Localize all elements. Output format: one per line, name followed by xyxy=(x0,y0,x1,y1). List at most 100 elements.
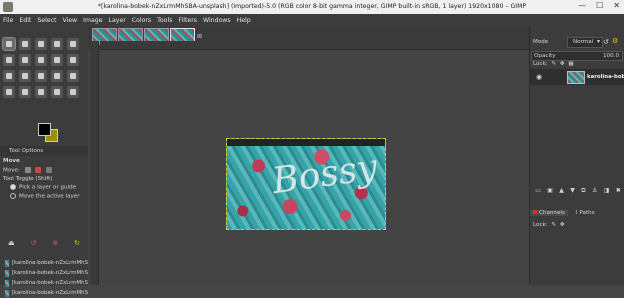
duplicate-layer-icon[interactable]: ⧉ xyxy=(581,187,585,195)
opacity-value: 100.0 xyxy=(602,53,619,59)
tab-paths[interactable]: ⌇ Paths xyxy=(572,210,598,216)
doc-thumbnail xyxy=(5,269,9,277)
mode-reset-icon[interactable]: ↺ xyxy=(603,38,609,46)
list-item[interactable]: [karolina-bobek-nZxLrmMhS xyxy=(5,278,88,288)
measure-tool-icon[interactable] xyxy=(35,86,47,98)
menu-filters[interactable]: Filters xyxy=(175,17,200,24)
doc-thumbnail xyxy=(5,289,9,297)
anchor-layer-icon[interactable]: ⚓ xyxy=(592,187,597,195)
paintbrush-tool-icon[interactable] xyxy=(51,70,63,82)
mode-value: Normal xyxy=(573,39,594,45)
option-pick-layer[interactable]: Pick a layer or guide xyxy=(10,184,76,191)
rotate-tool-icon[interactable] xyxy=(19,54,31,66)
title-bar: *[karolina-bobek-nZxLrmMhSBA-unsplash] (… xyxy=(0,0,624,14)
delete-layer-icon[interactable]: ✖ xyxy=(616,187,621,195)
tool-options-buttons: ⏏ ↺ ⊗ ↻ xyxy=(0,238,88,248)
doc-thumbnail xyxy=(5,279,9,287)
lock-row: Lock: ✎ ✥ ▦ xyxy=(533,61,574,67)
flip-tool-icon[interactable] xyxy=(35,54,47,66)
menu-bar: File Edit Select View Image Layer Colors… xyxy=(0,14,624,26)
menu-tools[interactable]: Tools xyxy=(154,17,175,24)
option-move-active[interactable]: Move the active layer xyxy=(10,193,80,200)
zoom-tool-icon[interactable] xyxy=(51,86,63,98)
lock-alpha-icon[interactable]: ▦ xyxy=(568,61,573,67)
lower-layer-icon[interactable]: ▼ xyxy=(570,187,575,195)
menu-colors[interactable]: Colors xyxy=(129,17,154,24)
mode-select[interactable]: Normal ▾ xyxy=(567,37,603,48)
close-icon[interactable]: ⊠ xyxy=(197,33,202,40)
channels-icon xyxy=(533,210,537,214)
move-tool-icon[interactable] xyxy=(2,37,16,51)
close-button[interactable]: ✕ xyxy=(613,1,620,10)
reset-options-icon[interactable]: ↻ xyxy=(74,239,80,247)
warp-tool-icon[interactable] xyxy=(3,70,15,82)
mask-layer-icon[interactable]: ◨ xyxy=(604,187,610,195)
move-layer-icon[interactable] xyxy=(24,167,31,173)
chevron-down-icon: ▾ xyxy=(596,38,600,45)
list-item[interactable]: [karolina-bobek-nZxLrmMhS xyxy=(5,268,88,278)
radio-off-icon xyxy=(10,193,16,199)
tool-options-header: Tool Options xyxy=(0,146,88,156)
menu-select[interactable]: Select xyxy=(34,17,59,24)
window-controls: — ☐ ✕ xyxy=(578,1,620,10)
fg-bg-color-swatches[interactable] xyxy=(38,123,58,143)
opacity-slider[interactable]: Opacity 100.0 xyxy=(531,51,623,61)
menu-edit[interactable]: Edit xyxy=(16,17,34,24)
opacity-label: Opacity xyxy=(534,53,556,59)
lasso-tool-icon[interactable] xyxy=(35,38,47,50)
menu-view[interactable]: View xyxy=(59,17,80,24)
save-options-icon[interactable]: ⏏ xyxy=(8,239,15,247)
vertical-ruler xyxy=(90,41,99,285)
lock-position-icon[interactable]: ✥ xyxy=(560,61,565,67)
foreground-color-swatch[interactable] xyxy=(38,123,51,136)
clone-tool-icon[interactable] xyxy=(67,70,79,82)
tool-options-title: Tool Options xyxy=(9,148,44,154)
eraser-tool-icon[interactable] xyxy=(67,54,79,66)
maximize-button[interactable]: ☐ xyxy=(596,1,603,10)
ellipse-select-tool-icon[interactable] xyxy=(19,38,31,50)
document-history-list: [karolina-bobek-nZxLrmMhS [karolina-bobe… xyxy=(0,258,88,298)
fuzzy-select-tool-icon[interactable] xyxy=(51,38,63,50)
color-picker-tool-icon[interactable] xyxy=(67,38,79,50)
radio-on-icon xyxy=(10,184,16,190)
list-item[interactable]: [karolina-bobek-nZxLrmMhS xyxy=(5,288,88,298)
new-group-icon[interactable]: ▣ xyxy=(547,187,553,195)
move-selection-icon[interactable] xyxy=(35,167,42,173)
lock-pixels-icon[interactable]: ✎ xyxy=(551,222,556,228)
tab-channels[interactable]: Channels xyxy=(530,210,568,216)
layer-row[interactable]: ◉ karolina-bobek xyxy=(530,69,624,85)
image-lettering: Bossy xyxy=(269,146,380,203)
new-layer-icon[interactable]: ▭ xyxy=(535,187,541,195)
menu-layer[interactable]: Layer xyxy=(106,17,129,24)
lock-pixels-icon[interactable]: ✎ xyxy=(551,61,556,67)
doc-thumbnail xyxy=(5,259,9,267)
bucket-fill-tool-icon[interactable] xyxy=(35,70,47,82)
tool-toggle-label: Tool Toggle (Shift) xyxy=(3,176,53,182)
smudge-tool-icon[interactable] xyxy=(3,86,15,98)
list-item[interactable]: [karolina-bobek-nZxLrmMhS xyxy=(5,258,88,268)
menu-image[interactable]: Image xyxy=(80,17,105,24)
paths-tool-icon[interactable] xyxy=(19,86,31,98)
image-canvas[interactable]: Bossy xyxy=(226,138,386,230)
layer-name: karolina-bobek xyxy=(587,74,624,80)
delete-options-icon[interactable]: ⊗ xyxy=(52,239,58,247)
mode-switch-icon[interactable]: ⚙ xyxy=(612,37,618,45)
dodge-tool-icon[interactable] xyxy=(67,86,79,98)
move-mode-label: Move: xyxy=(3,167,20,174)
restore-options-icon[interactable]: ↺ xyxy=(31,239,37,247)
text-tool-icon[interactable] xyxy=(19,70,31,82)
eye-icon[interactable]: ◉ xyxy=(536,73,542,81)
menu-windows[interactable]: Windows xyxy=(200,17,234,24)
tool-grid xyxy=(2,37,87,101)
crop-tool-icon[interactable] xyxy=(3,54,15,66)
lock-position-icon[interactable]: ✥ xyxy=(560,222,565,228)
bottom-dock-tabs: Channels ⌇ Paths xyxy=(530,208,624,218)
horizontal-ruler xyxy=(100,41,529,50)
move-path-icon[interactable] xyxy=(46,167,53,173)
menu-file[interactable]: File xyxy=(0,17,16,24)
cage-tool-icon[interactable] xyxy=(51,54,63,66)
layer-actions: ▭ ▣ ▲ ▼ ⧉ ⚓ ◨ ✖ xyxy=(532,187,624,195)
menu-help[interactable]: Help xyxy=(234,17,254,24)
raise-layer-icon[interactable]: ▲ xyxy=(559,187,564,195)
minimize-button[interactable]: — xyxy=(578,1,586,10)
